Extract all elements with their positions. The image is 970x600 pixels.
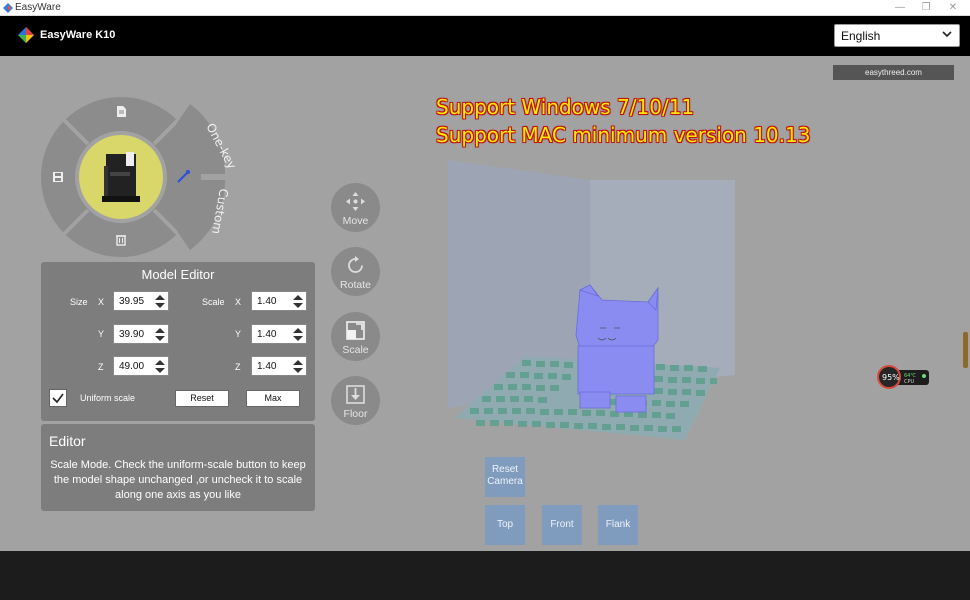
- floor-icon: [346, 385, 365, 404]
- floor-tool-label: Floor: [343, 408, 368, 420]
- size-y-label: Y: [98, 329, 105, 339]
- size-y-value: 39.90: [119, 329, 145, 340]
- file-icon[interactable]: [117, 106, 126, 117]
- rotate-tool-label: Rotate: [340, 279, 371, 291]
- scale-z-stepper[interactable]: 1.40: [251, 356, 307, 376]
- stepper-arrows-icon[interactable]: [154, 327, 166, 342]
- window-title: EasyWare: [15, 2, 61, 13]
- floor-tool-button[interactable]: Floor: [331, 376, 380, 425]
- mode-ring-menu: One-key Custom: [41, 97, 239, 257]
- move-icon: [346, 192, 365, 211]
- restore-button[interactable]: ❐: [913, 0, 939, 16]
- stepper-arrows-icon[interactable]: [154, 294, 166, 309]
- stepper-arrows-icon[interactable]: [292, 294, 304, 309]
- widget-cpu: CPU: [904, 379, 915, 385]
- stepper-arrows-icon[interactable]: [154, 359, 166, 374]
- editor-title: Editor: [49, 433, 86, 449]
- chevron-down-icon: [942, 31, 952, 38]
- editor-description: Scale Mode. Check the uniform-scale butt…: [50, 459, 306, 501]
- build-volume-viewport[interactable]: [430, 150, 740, 450]
- app-header: EasyWare K10 English: [0, 16, 970, 56]
- scale-z-label: Z: [235, 362, 241, 372]
- move-tool-button[interactable]: Move: [331, 183, 380, 232]
- window-titlebar: EasyWare — ❐ ✕: [0, 0, 970, 16]
- scale-tool-button[interactable]: Scale: [331, 312, 380, 361]
- scale-icon: [346, 321, 365, 340]
- scale-x-label: X: [235, 297, 242, 307]
- size-z-stepper[interactable]: 49.00: [113, 356, 169, 376]
- size-y-stepper[interactable]: 39.90: [113, 324, 169, 344]
- system-monitor-widget: 95% 64℃ CPU: [877, 365, 929, 389]
- brand-name: EasyWare K10: [40, 29, 116, 41]
- close-button[interactable]: ✕: [940, 0, 966, 16]
- minimize-button[interactable]: —: [887, 0, 913, 16]
- scale-tool-label: Scale: [342, 344, 369, 356]
- move-tool-label: Move: [342, 215, 369, 227]
- printer-image: [102, 152, 140, 202]
- bottom-bar: [0, 551, 970, 600]
- scale-y-value: 1.40: [257, 329, 277, 340]
- flank-view-button[interactable]: Flank: [598, 505, 638, 545]
- rotate-icon: [348, 256, 363, 273]
- language-select[interactable]: English: [834, 24, 960, 47]
- reset-button[interactable]: Reset: [175, 390, 229, 407]
- reset-camera-button[interactable]: Reset Camera: [485, 457, 525, 497]
- size-x-stepper[interactable]: 39.95: [113, 291, 169, 311]
- max-button[interactable]: Max: [246, 390, 300, 407]
- side-scroll-grip[interactable]: [963, 332, 968, 368]
- easyware-logo-icon: [18, 27, 34, 43]
- stepper-arrows-icon[interactable]: [292, 359, 304, 374]
- scale-y-label: Y: [235, 329, 242, 339]
- scale-y-stepper[interactable]: 1.40: [251, 324, 307, 344]
- uniform-scale-checkbox[interactable]: [49, 389, 67, 407]
- size-x-label: X: [98, 297, 105, 307]
- editor-help-panel: Editor Scale Mode. Check the uniform-sca…: [41, 424, 315, 511]
- top-view-button[interactable]: Top: [485, 505, 525, 545]
- scale-x-stepper[interactable]: 1.40: [251, 291, 307, 311]
- front-view-button[interactable]: Front: [542, 505, 582, 545]
- uniform-scale-label: Uniform scale: [80, 393, 136, 403]
- cat-model[interactable]: [575, 284, 659, 413]
- app-icon: [3, 3, 13, 13]
- save-icon[interactable]: [53, 172, 63, 182]
- promo-mac-support: Support MAC minimum version 10.13: [436, 123, 811, 147]
- promo-windows-support: Support Windows 7/10/11: [436, 95, 695, 119]
- stepper-arrows-icon[interactable]: [292, 327, 304, 342]
- size-z-value: 49.00: [119, 361, 145, 372]
- website-link[interactable]: easythreed.com: [833, 65, 954, 80]
- size-z-label: Z: [98, 362, 104, 372]
- scale-x-value: 1.40: [257, 296, 277, 307]
- rotate-tool-button[interactable]: Rotate: [331, 247, 380, 296]
- widget-percent: 95%: [882, 373, 900, 382]
- language-selected-value: English: [841, 29, 881, 43]
- checkmark-icon: [52, 393, 64, 404]
- size-x-value: 39.95: [119, 296, 145, 307]
- scale-z-value: 1.40: [257, 361, 277, 372]
- scale-label: Scale: [202, 297, 225, 307]
- size-label: Size: [70, 297, 88, 307]
- model-editor-title: Model Editor: [141, 267, 215, 282]
